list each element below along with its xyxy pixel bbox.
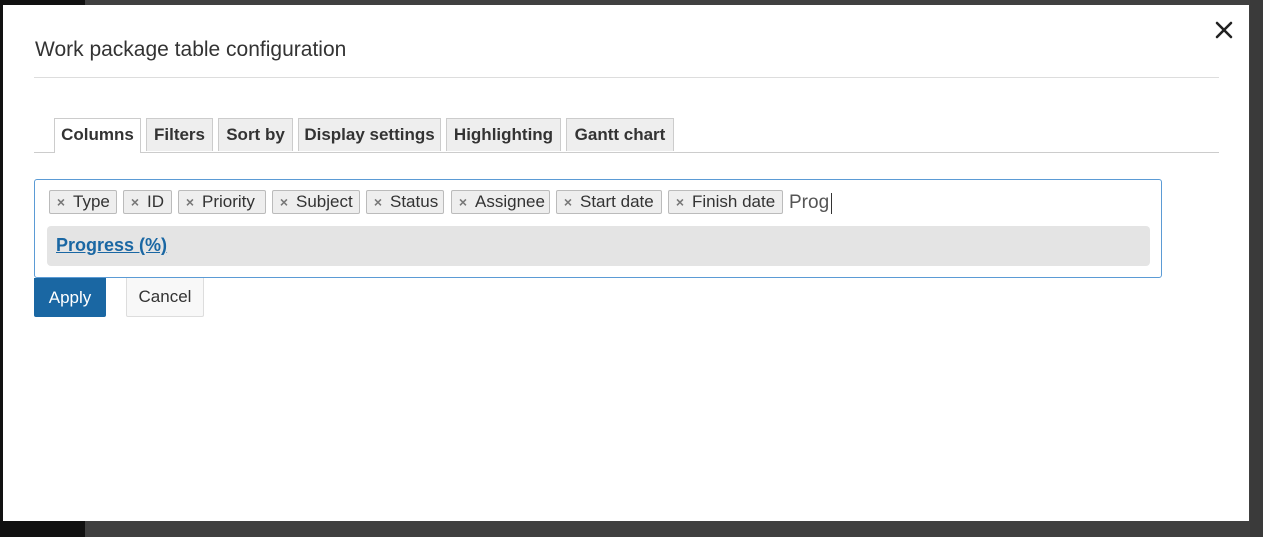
column-chip-status: × Status — [366, 190, 444, 214]
table-configuration-modal: Work package table configuration Columns… — [3, 5, 1249, 521]
chip-label: Priority — [202, 192, 255, 211]
remove-icon[interactable]: × — [674, 191, 686, 213]
configuration-tabs: Columns Filters Sort by Display settings… — [34, 118, 1219, 153]
title-divider — [34, 77, 1219, 78]
remove-icon[interactable]: × — [129, 191, 141, 213]
tab-columns[interactable]: Columns — [54, 118, 141, 153]
text-caret — [831, 193, 832, 214]
chip-label: Subject — [296, 192, 353, 211]
tab-sort-by[interactable]: Sort by — [218, 118, 293, 151]
remove-icon[interactable]: × — [55, 191, 67, 213]
tab-highlighting[interactable]: Highlighting — [446, 118, 561, 151]
backdrop-right-edge — [1250, 0, 1263, 537]
chip-label: Finish date — [692, 192, 776, 211]
cancel-button[interactable]: Cancel — [126, 278, 204, 317]
chip-label: Assignee — [475, 192, 545, 211]
remove-icon[interactable]: × — [372, 191, 384, 213]
column-chip-priority: × Priority — [178, 190, 266, 214]
column-chip-subject: × Subject — [272, 190, 360, 214]
remove-icon[interactable]: × — [184, 191, 196, 213]
column-chip-type: × Type — [49, 190, 117, 214]
columns-multiselect[interactable]: × Type × ID × Priority × Subject × Statu… — [34, 179, 1162, 278]
chip-label: Start date — [580, 192, 654, 211]
tab-gantt-chart[interactable]: Gantt chart — [566, 118, 674, 151]
dropdown-option-progress[interactable]: Progress (%) — [47, 226, 1150, 266]
close-icon[interactable] — [1213, 19, 1235, 41]
apply-button[interactable]: Apply — [34, 278, 106, 317]
column-chip-id: × ID — [123, 190, 172, 214]
chip-label: Status — [390, 192, 439, 211]
remove-icon[interactable]: × — [278, 191, 290, 213]
column-search-input[interactable] — [788, 190, 1089, 216]
tab-display-settings[interactable]: Display settings — [298, 118, 441, 151]
column-chip-assignee: × Assignee — [451, 190, 550, 214]
column-chip-finish-date: × Finish date — [668, 190, 783, 214]
column-chip-start-date: × Start date — [556, 190, 662, 214]
tab-filters[interactable]: Filters — [146, 118, 213, 151]
remove-icon[interactable]: × — [562, 191, 574, 213]
chip-label: Type — [73, 192, 110, 211]
remove-icon[interactable]: × — [457, 191, 469, 213]
modal-title: Work package table configuration — [35, 38, 347, 61]
chip-label: ID — [147, 192, 164, 211]
